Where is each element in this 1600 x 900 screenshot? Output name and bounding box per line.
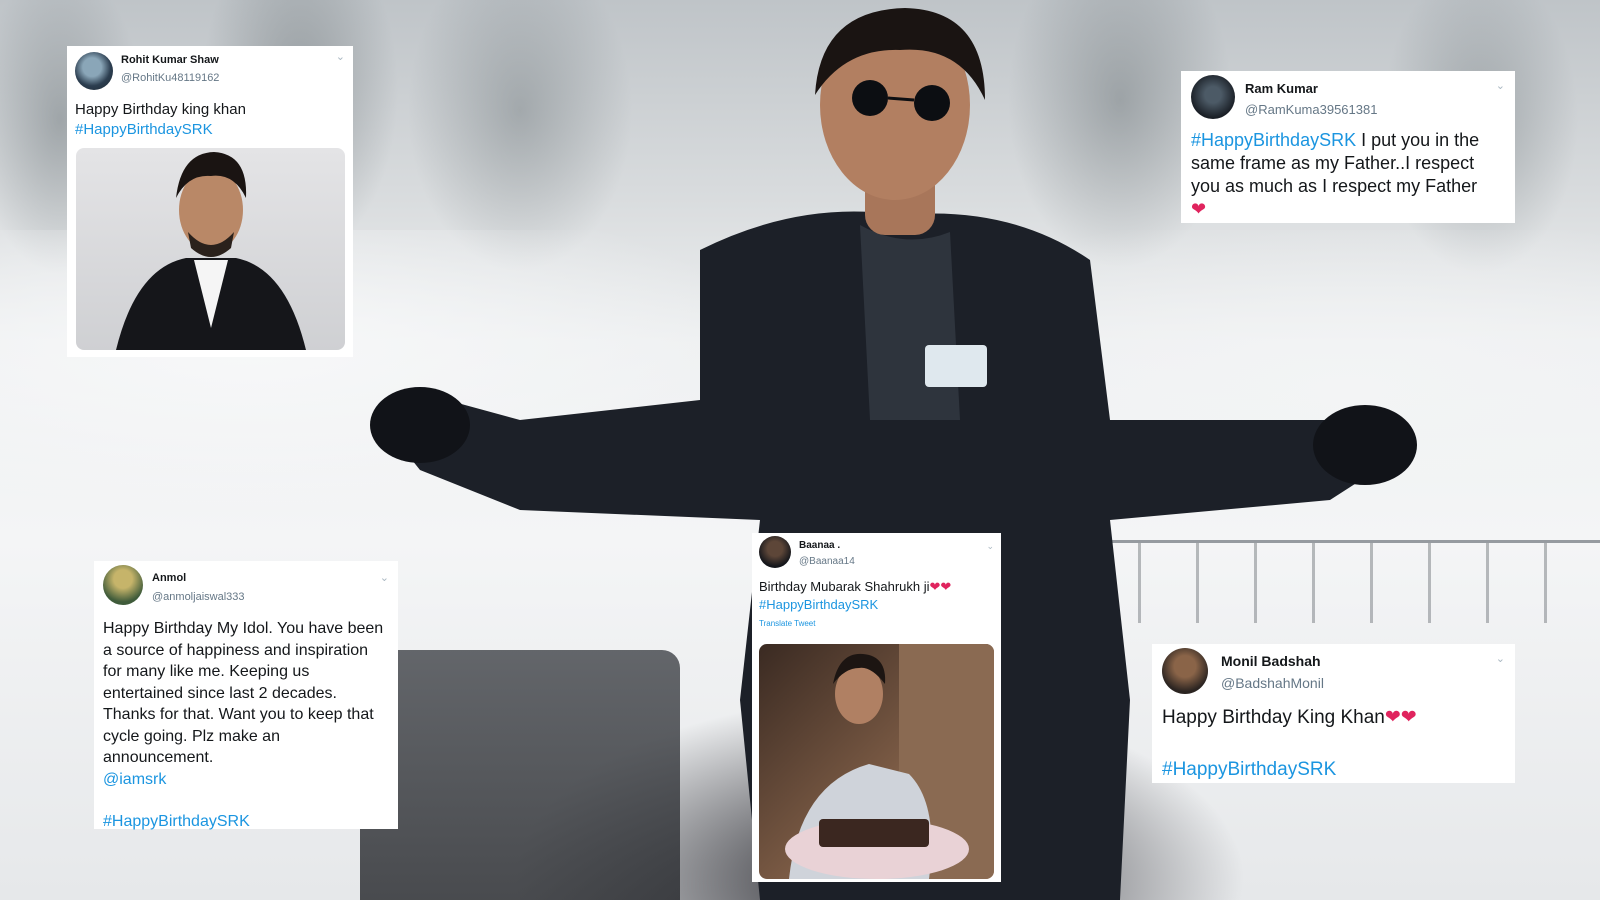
hashtag-link[interactable]: #HappyBirthdaySRK xyxy=(75,120,345,140)
tweet-card-rohit: Rohit Kumar Shaw @RohitKu48119162 ⌄ Happ… xyxy=(67,46,353,357)
tweet-header: Baanaa . @Baanaa14 ⌄ xyxy=(759,536,994,572)
tweet-photo[interactable] xyxy=(76,148,345,350)
avatar[interactable] xyxy=(75,52,113,90)
hashtag-link[interactable]: #HappyBirthdaySRK xyxy=(759,596,994,614)
display-name[interactable]: Baanaa . xyxy=(799,540,840,551)
hashtag-link[interactable]: #HappyBirthdaySRK xyxy=(1191,130,1356,150)
chevron-down-icon[interactable]: ⌄ xyxy=(986,541,994,552)
tweet-header: Rohit Kumar Shaw @RohitKu48119162 ⌄ xyxy=(75,52,345,92)
chevron-down-icon[interactable]: ⌄ xyxy=(1496,81,1505,92)
display-name[interactable]: Rohit Kumar Shaw xyxy=(121,54,219,66)
tweet-text: Happy Birthday king khan xyxy=(75,101,246,118)
chevron-down-icon[interactable]: ⌄ xyxy=(380,573,389,584)
translate-tweet-link[interactable]: Translate Tweet xyxy=(759,618,994,630)
tweet-header: Anmol @anmoljaiswal333 ⌄ xyxy=(103,565,389,609)
user-handle[interactable]: @anmoljaiswal333 xyxy=(152,591,245,603)
display-name[interactable]: Monil Badshah xyxy=(1221,653,1321,669)
tweet-header: Monil Badshah @BadshahMonil ⌄ xyxy=(1162,648,1505,696)
tweet-text: Happy Birthday My Idol. You have been a … xyxy=(103,620,384,766)
heart-emoji: ❤ xyxy=(1191,199,1207,219)
tweet-text: Birthday Mubarak Shahrukh ji xyxy=(759,579,930,594)
tweet-card-anmol: Anmol @anmoljaiswal333 ⌄ Happy Birthday … xyxy=(94,561,398,830)
heart-emoji: ❤❤ xyxy=(1384,707,1417,728)
tweet-header: Ram Kumar @RamKuma39561381 ⌄ xyxy=(1191,75,1505,121)
hashtag-link[interactable]: #HappyBirthdaySRK xyxy=(1162,757,1505,783)
chevron-down-icon[interactable]: ⌄ xyxy=(336,52,345,63)
avatar[interactable] xyxy=(103,565,143,605)
chevron-down-icon[interactable]: ⌄ xyxy=(1496,654,1505,665)
avatar[interactable] xyxy=(1162,648,1208,694)
tweet-card-ram: Ram Kumar @RamKuma39561381 ⌄ #HappyBirth… xyxy=(1181,71,1515,223)
display-name[interactable]: Anmol xyxy=(152,572,186,584)
user-handle[interactable]: @Baanaa14 xyxy=(799,556,855,567)
display-name[interactable]: Ram Kumar xyxy=(1245,81,1318,96)
tweet-card-baanaa: Baanaa . @Baanaa14 ⌄ Birthday Mubarak Sh… xyxy=(752,533,1001,882)
avatar[interactable] xyxy=(1191,75,1235,119)
tweet-card-monil: Monil Badshah @BadshahMonil ⌄ Happy Birt… xyxy=(1152,644,1515,783)
mention-link[interactable]: @iamsrk xyxy=(103,769,389,791)
hashtag-link[interactable]: #HappyBirthdaySRK xyxy=(103,811,389,833)
avatar[interactable] xyxy=(759,536,791,568)
user-handle[interactable]: @RohitKu48119162 xyxy=(121,72,219,84)
user-handle[interactable]: @BadshahMonil xyxy=(1221,675,1324,691)
user-handle[interactable]: @RamKuma39561381 xyxy=(1245,102,1377,117)
heart-emoji: ❤❤ xyxy=(929,579,952,594)
tweet-photo[interactable] xyxy=(759,644,994,879)
tweet-text: Happy Birthday King Khan xyxy=(1162,707,1385,728)
